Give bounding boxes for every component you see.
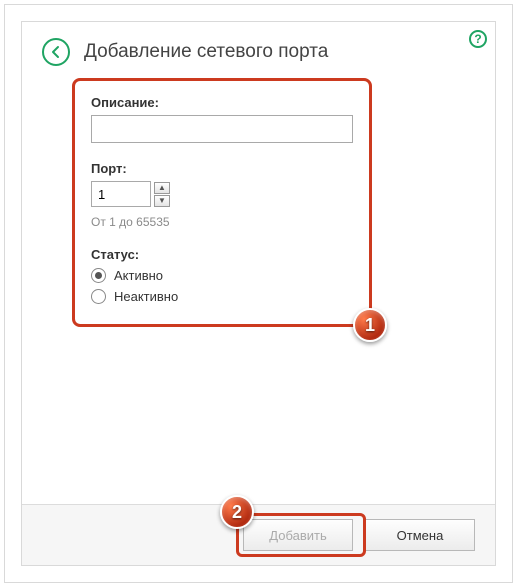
- port-spin-down[interactable]: ▼: [154, 195, 170, 207]
- form-highlight-box: Описание: Порт: ▲ ▼ От 1 до 65535 Статус…: [72, 78, 372, 327]
- outer-frame: ? Добавление сетевого порта Описание: По…: [4, 4, 513, 583]
- arrow-left-icon: [49, 45, 63, 59]
- radio-icon: [91, 289, 106, 304]
- cancel-button[interactable]: Отмена: [365, 519, 475, 551]
- dialog-window: ? Добавление сетевого порта Описание: По…: [21, 21, 496, 566]
- dialog-header: Добавление сетевого порта: [22, 22, 495, 74]
- dialog-content: Описание: Порт: ▲ ▼ От 1 до 65535 Статус…: [22, 74, 495, 504]
- status-radio-inactive[interactable]: Неактивно: [91, 289, 353, 304]
- port-input[interactable]: [91, 181, 151, 207]
- status-radio-active[interactable]: Активно: [91, 268, 353, 283]
- description-label: Описание:: [91, 95, 353, 110]
- help-icon[interactable]: ?: [469, 30, 487, 48]
- radio-icon: [91, 268, 106, 283]
- radio-label-inactive: Неактивно: [114, 289, 178, 304]
- port-spin-up[interactable]: ▲: [154, 182, 170, 194]
- port-spinner: ▲ ▼: [154, 182, 170, 207]
- radio-label-active: Активно: [114, 268, 163, 283]
- description-input[interactable]: [91, 115, 353, 143]
- port-hint: От 1 до 65535: [91, 215, 353, 229]
- port-label: Порт:: [91, 161, 353, 176]
- dialog-title: Добавление сетевого порта: [84, 41, 328, 63]
- add-button[interactable]: Добавить: [243, 519, 353, 551]
- dialog-footer: Добавить Отмена 2: [22, 504, 495, 565]
- callout-1: 1: [353, 308, 387, 342]
- back-button[interactable]: [42, 38, 70, 66]
- status-label: Статус:: [91, 247, 353, 262]
